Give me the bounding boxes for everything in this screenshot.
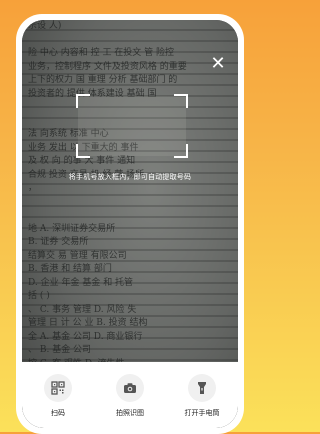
flashlight-icon-circle xyxy=(188,374,216,402)
photo-recognition-label: 拍照识图 xyxy=(116,409,144,417)
camera-viewfinder: 宗设 人) 险 中心 内容和 控 工 在投文 管 险控 业务，控制程序 文件及投资… xyxy=(22,20,238,428)
scan-code-icon-circle xyxy=(44,374,72,402)
scan-window xyxy=(78,96,186,156)
frame-corner-bottom-left xyxy=(76,144,90,158)
close-icon: ✕ xyxy=(210,53,226,74)
scan-code-label: 扫码 xyxy=(51,409,65,417)
bottom-action-bar: 扫码 拍照识图 打开手电筒 xyxy=(22,362,238,428)
qr-code-icon xyxy=(51,381,65,395)
frame-corner-top-left xyxy=(76,94,90,108)
photo-recognition-icon-circle xyxy=(116,374,144,402)
scan-frame xyxy=(76,94,188,158)
close-button[interactable]: ✕ xyxy=(210,53,226,74)
flashlight-button[interactable]: 打开手电筒 xyxy=(172,374,232,418)
frame-corner-bottom-right xyxy=(174,144,188,158)
flashlight-icon xyxy=(198,382,206,394)
frame-corner-top-right xyxy=(174,94,188,108)
phone-frame: 宗设 人) 险 中心 内容和 控 工 在投文 管 险控 业务，控制程序 文件及投资… xyxy=(16,14,244,434)
scan-hint-text: 将手机号放入框内，即可自动提取号码 xyxy=(68,173,192,181)
flashlight-label: 打开手电筒 xyxy=(184,409,220,417)
photo-recognition-button[interactable]: 拍照识图 xyxy=(100,374,160,418)
camera-icon xyxy=(124,383,136,393)
scan-code-button[interactable]: 扫码 xyxy=(28,374,88,418)
